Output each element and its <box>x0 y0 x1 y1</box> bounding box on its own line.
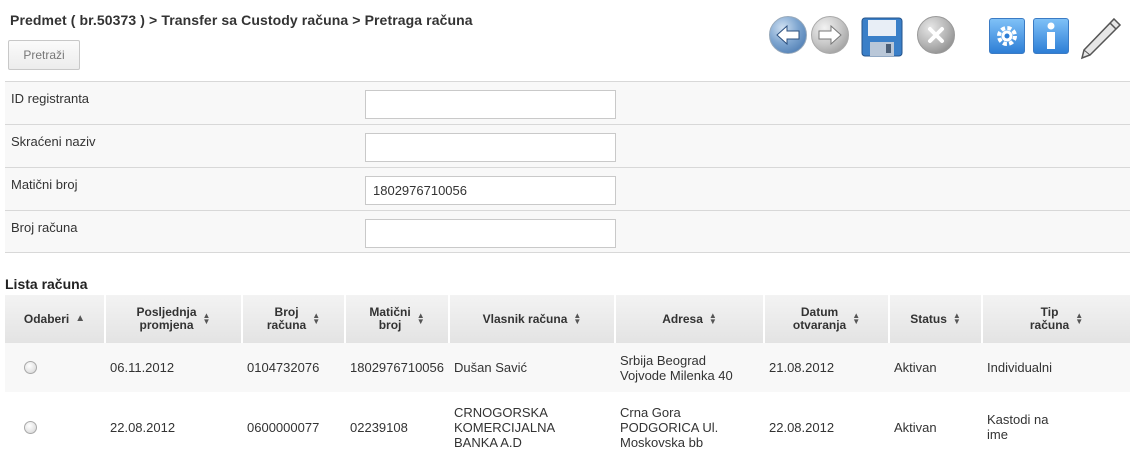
sort-icon: ▲ ▼ <box>312 311 321 326</box>
column-header-status[interactable]: Status ▲ ▼ <box>890 295 983 343</box>
sort-ascending-icon: ▲ <box>75 313 86 324</box>
sort-icon: ▲ ▼ <box>416 311 425 326</box>
type-cell: Individualni <box>983 343 1130 392</box>
form-row-short-name: Skraćeni naziv <box>5 124 1130 167</box>
type-line: Kastodi na <box>987 412 1049 427</box>
last-change-cell: 22.08.2012 <box>106 392 243 462</box>
toolbar <box>0 16 1130 60</box>
select-cell <box>5 392 106 462</box>
address-line: PODGORICA Ul. <box>620 419 719 435</box>
forward-arrow-icon[interactable] <box>811 16 849 54</box>
date-opened-cell: 22.08.2012 <box>765 392 890 462</box>
reg-number-cell: 02239108 <box>346 392 450 462</box>
column-header-label: promjena <box>139 318 194 332</box>
owner-line: CRNOGORSKA <box>454 404 548 420</box>
table-row[interactable]: 22.08.2012 0600000077 02239108 CRNOGORSK… <box>5 392 1130 462</box>
reg-number-cell: 1802976710056 <box>346 343 450 392</box>
column-header-type[interactable]: Tip računa ▲ ▼ <box>983 295 1130 343</box>
address-cell: Srbija Beograd Vojvode Milenka 40 <box>616 343 765 392</box>
search-form: ID registranta Skraćeni naziv Matični br… <box>5 81 1130 253</box>
reg-number-input[interactable]: 1802976710056 <box>365 176 616 205</box>
column-header-label: Posljednja <box>136 305 197 319</box>
address-line: Vojvode Milenka 40 <box>620 367 733 383</box>
sort-icon: ▲ ▼ <box>1075 311 1084 326</box>
sort-icon: ▲ ▼ <box>202 311 211 326</box>
back-arrow-icon[interactable] <box>769 16 807 54</box>
settings-icon[interactable] <box>989 18 1025 54</box>
column-header-label: Datum <box>800 305 839 319</box>
column-header-label: Tip <box>1040 305 1059 319</box>
registrant-id-input[interactable] <box>365 90 616 119</box>
column-header-date-opened[interactable]: Datum otvaranja ▲ ▼ <box>765 295 890 343</box>
info-icon[interactable] <box>1033 18 1069 54</box>
status-cell: Aktivan <box>890 343 983 392</box>
owner-cell: Dušan Savić <box>450 343 616 392</box>
column-header-label: broj <box>378 318 402 332</box>
delete-icon[interactable] <box>917 16 955 54</box>
status-cell: Aktivan <box>890 392 983 462</box>
column-header-select[interactable]: Odaberi ▲ <box>5 295 106 343</box>
accounts-table: Odaberi ▲ Posljednja promjena ▲ ▼ Broj raču… <box>5 295 1130 462</box>
reg-number-label: Matični broj <box>11 177 78 192</box>
list-title: Lista računa <box>5 276 88 292</box>
column-header-owner[interactable]: Vlasnik računa ▲ ▼ <box>450 295 616 343</box>
select-radio[interactable] <box>24 361 37 374</box>
column-header-label: Adresa <box>662 311 703 326</box>
address-line: Srbija Beograd <box>620 352 706 368</box>
save-icon[interactable] <box>858 16 908 58</box>
type-line: ime <box>987 427 1008 442</box>
account-number-label: Broj računa <box>11 220 78 235</box>
address-line: Moskovska bb <box>620 434 704 450</box>
column-header-label: Matični <box>369 305 411 319</box>
column-header-label: računa <box>1029 318 1070 332</box>
account-number-cell: 0600000077 <box>243 392 346 462</box>
select-radio[interactable] <box>24 420 37 434</box>
column-header-label: Broj <box>274 305 299 319</box>
table-header-row: Odaberi ▲ Posljednja promjena ▲ ▼ Broj raču… <box>5 295 1130 343</box>
form-row-reg-number: Matični broj 1802976710056 <box>5 167 1130 210</box>
registrant-id-label: ID registranta <box>11 91 90 106</box>
owner-line: BANKA A.D <box>454 434 522 450</box>
short-name-label: Skraćeni naziv <box>11 134 96 149</box>
sort-icon: ▲ ▼ <box>573 311 582 326</box>
column-header-label: Status <box>910 311 947 326</box>
type-cell: Kastodi na ime <box>983 392 1130 462</box>
form-row-account-number: Broj računa <box>5 210 1130 253</box>
table-row[interactable]: 06.11.2012 0104732076 1802976710056 Duša… <box>5 343 1130 392</box>
address-cell: Crna Gora PODGORICA Ul. Moskovska bb <box>616 392 765 462</box>
owner-line: KOMERCIJALNA <box>454 419 556 435</box>
sort-icon: ▲ ▼ <box>852 311 861 326</box>
column-header-account-number[interactable]: Broj računa ▲ ▼ <box>243 295 346 343</box>
short-name-input[interactable] <box>365 133 616 162</box>
column-header-label: Vlasnik računa <box>482 311 568 326</box>
date-opened-cell: 21.08.2012 <box>765 343 890 392</box>
column-header-label: otvaranja <box>792 318 847 332</box>
column-header-label: računa <box>266 318 307 332</box>
select-cell <box>5 343 106 392</box>
address-line: Crna Gora <box>620 404 681 420</box>
sort-icon: ▲ ▼ <box>708 311 717 326</box>
sort-icon: ▲ ▼ <box>952 311 961 326</box>
account-number-cell: 0104732076 <box>243 343 346 392</box>
account-number-input[interactable] <box>365 219 616 248</box>
column-header-reg-number[interactable]: Matični broj ▲ ▼ <box>346 295 450 343</box>
column-header-address[interactable]: Adresa ▲ ▼ <box>616 295 765 343</box>
form-row-registrant-id: ID registranta <box>5 81 1130 124</box>
owner-cell: CRNOGORSKA KOMERCIJALNA BANKA A.D <box>450 392 616 462</box>
pen-icon[interactable] <box>1074 16 1124 60</box>
column-header-last-change[interactable]: Posljednja promjena ▲ ▼ <box>106 295 243 343</box>
last-change-cell: 06.11.2012 <box>106 343 243 392</box>
column-header-label: Odaberi <box>23 311 70 326</box>
